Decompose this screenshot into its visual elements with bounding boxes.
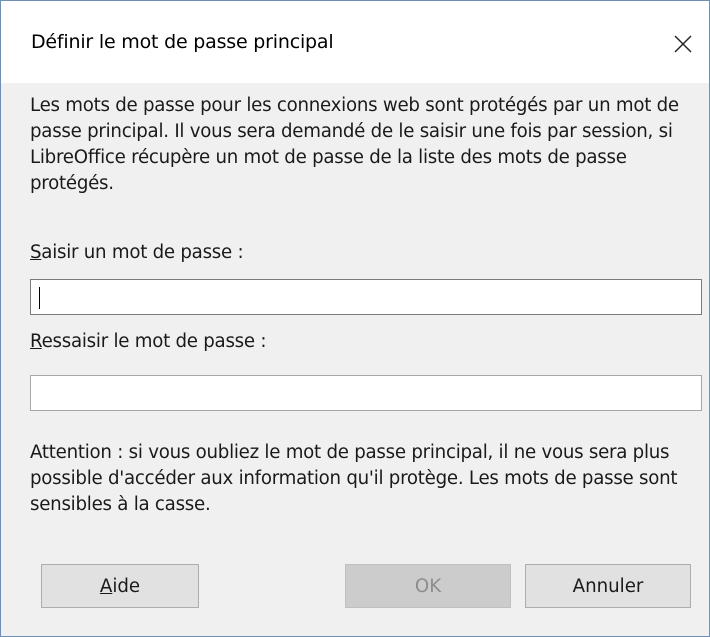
confirm-password-label: Ressaisir le mot de passe : (30, 331, 266, 352)
password-label-mnemonic: S (30, 242, 42, 263)
help-button-text: ide (112, 575, 141, 597)
close-button[interactable] (657, 15, 709, 73)
text-caret (39, 287, 40, 309)
close-icon (674, 35, 692, 53)
password-label: Saisir un mot de passe : (30, 242, 244, 263)
master-password-dialog: Définir le mot de passe principal Les mo… (0, 0, 710, 637)
title-bar: Définir le mot de passe principal (1, 1, 709, 83)
confirm-label-text: essaisir le mot de passe : (41, 331, 267, 352)
confirm-password-input[interactable] (30, 375, 702, 411)
password-input[interactable] (30, 279, 702, 315)
dialog-title: Définir le mot de passe principal (31, 31, 334, 53)
cancel-button[interactable]: Annuler (525, 564, 691, 608)
confirm-label-mnemonic: R (30, 331, 42, 352)
warning-text: Attention : si vous oubliez le mot de pa… (30, 442, 678, 515)
ok-button[interactable]: OK (345, 564, 511, 608)
help-button[interactable]: Aide (41, 564, 199, 608)
description-text: Les mots de passe pour les connexions we… (30, 95, 679, 194)
help-button-mnemonic: A (99, 575, 113, 597)
password-label-text: aisir un mot de passe : (41, 242, 244, 263)
